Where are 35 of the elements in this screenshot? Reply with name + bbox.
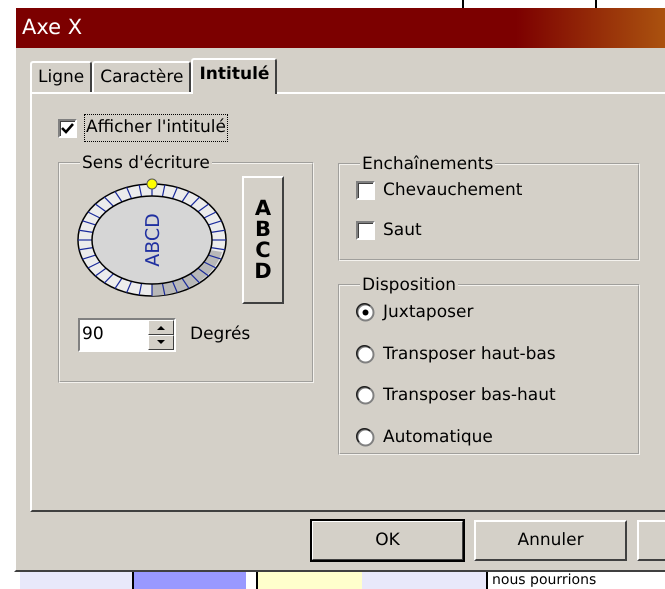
degrees-label: Degrés bbox=[190, 323, 250, 346]
up-arrow-icon bbox=[157, 325, 165, 330]
down-arrow-icon bbox=[157, 340, 165, 345]
checkbox[interactable] bbox=[58, 118, 77, 138]
group-title: Sens d'écriture bbox=[81, 153, 211, 173]
checkbox[interactable] bbox=[356, 220, 375, 240]
radio-label[interactable]: Automatique bbox=[383, 424, 493, 450]
radio-label[interactable]: Transposer haut-bas bbox=[383, 342, 556, 367]
spin-down-button[interactable] bbox=[148, 335, 174, 350]
partial-button[interactable] bbox=[637, 520, 665, 561]
tab[interactable]: Ligne bbox=[30, 61, 92, 92]
dialog-button[interactable]: OK bbox=[311, 520, 464, 561]
spin-up-button[interactable] bbox=[148, 320, 174, 335]
tab[interactable]: Intitulé bbox=[191, 58, 278, 94]
vertical-text-button[interactable]: ABCD bbox=[242, 176, 284, 304]
radio-button[interactable] bbox=[356, 428, 375, 447]
radio-label[interactable]: Juxtaposer bbox=[383, 300, 474, 326]
tab[interactable]: Caractère bbox=[92, 61, 192, 92]
cell-text: nous pourrions bbox=[491, 572, 596, 589]
group-title: Disposition bbox=[361, 275, 458, 295]
radio-label[interactable]: Transposer bas-haut bbox=[383, 383, 556, 408]
checkbox-label[interactable]: Chevauchement bbox=[383, 178, 522, 204]
radio-button[interactable] bbox=[356, 344, 375, 364]
checkbox-label[interactable]: Saut bbox=[383, 218, 422, 243]
checkbox-label[interactable]: Afficher l'intitulé bbox=[85, 115, 227, 141]
spin-box[interactable]: 90 bbox=[78, 318, 176, 352]
dialog-button[interactable]: Annuler bbox=[474, 520, 627, 561]
checkbox[interactable] bbox=[356, 181, 375, 200]
group-title: Enchaînements bbox=[361, 154, 494, 174]
dial-text: ABCD bbox=[142, 213, 164, 267]
angle-dial[interactable] bbox=[77, 183, 227, 297]
window-title: Axe X bbox=[16, 8, 665, 48]
radio-button[interactable] bbox=[356, 386, 375, 406]
radio-button[interactable] bbox=[356, 303, 375, 322]
dial-handle[interactable] bbox=[146, 178, 158, 190]
